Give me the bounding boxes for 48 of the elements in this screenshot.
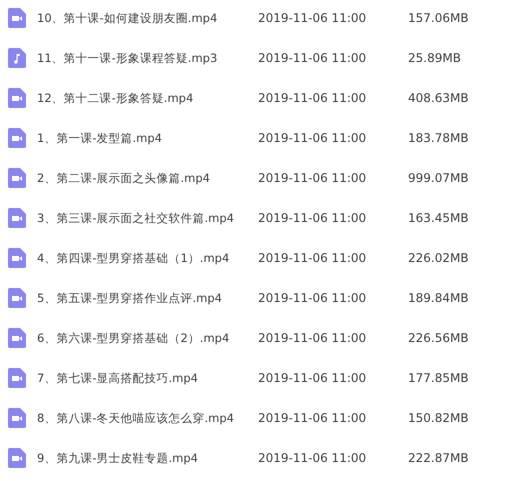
file-size: 177.85MB xyxy=(408,371,469,385)
file-name: 3、第三课-展示面之社交软件篇.mp4 xyxy=(37,210,235,226)
file-size: 226.02MB xyxy=(408,251,469,265)
file-name: 6、第六课-型男穿搭基础（2）.mp4 xyxy=(37,330,230,346)
modified-date: 2019-11-06 11:00 xyxy=(258,51,368,65)
video-file-icon xyxy=(8,408,26,428)
modified-date: 2019-11-06 11:00 xyxy=(258,291,368,305)
video-file-icon xyxy=(8,448,26,468)
file-size: 150.82MB xyxy=(408,411,469,425)
file-size: 163.45MB xyxy=(408,211,469,225)
file-size: 222.87MB xyxy=(408,451,469,465)
file-size: 183.78MB xyxy=(408,131,469,145)
video-file-icon xyxy=(8,88,26,108)
modified-date: 2019-11-06 11:00 xyxy=(258,11,368,25)
video-file-icon xyxy=(8,168,26,188)
video-file-icon xyxy=(8,208,26,228)
file-size: 226.56MB xyxy=(408,331,469,345)
file-size: 189.84MB xyxy=(408,291,469,305)
file-name: 2、第二课-展示面之头像篇.mp4 xyxy=(37,170,211,186)
audio-file-icon xyxy=(8,48,26,68)
file-size: 157.06MB xyxy=(408,11,469,25)
modified-date: 2019-11-06 11:00 xyxy=(258,251,368,265)
video-file-icon xyxy=(8,8,26,28)
modified-date: 2019-11-06 11:00 xyxy=(258,331,368,345)
file-name: 10、第十课-如何建设朋友圈.mp4 xyxy=(37,10,218,26)
video-file-icon xyxy=(8,248,26,268)
file-name: 9、第九课-男士皮鞋专题.mp4 xyxy=(37,450,199,466)
modified-date: 2019-11-06 11:00 xyxy=(258,171,368,185)
file-size: 25.89MB xyxy=(408,51,461,65)
file-name: 12、第十二课-形象答疑.mp4 xyxy=(37,90,194,106)
file-name: 1、第一课-发型篇.mp4 xyxy=(37,130,163,146)
video-file-icon xyxy=(8,288,26,308)
modified-date: 2019-11-06 11:00 xyxy=(258,411,368,425)
modified-date: 2019-11-06 11:00 xyxy=(258,131,368,145)
file-name: 8、第八课-冬天他喵应该怎么穿.mp4 xyxy=(37,410,235,426)
modified-date: 2019-11-06 11:00 xyxy=(258,211,368,225)
modified-date: 2019-11-06 11:00 xyxy=(258,451,368,465)
file-name: 4、第四课-型男穿搭基础（1）.mp4 xyxy=(37,250,230,266)
file-name: 7、第七课-显高搭配技巧.mp4 xyxy=(37,370,199,386)
video-file-icon xyxy=(8,328,26,348)
file-size: 408.63MB xyxy=(408,91,469,105)
file-name: 5、第五课-型男穿搭作业点评.mp4 xyxy=(37,290,223,306)
file-size: 999.07MB xyxy=(408,171,469,185)
video-file-icon xyxy=(8,128,26,148)
video-file-icon xyxy=(8,368,26,388)
file-name: 11、第十一课-形象课程答疑.mp3 xyxy=(37,50,218,66)
modified-date: 2019-11-06 11:00 xyxy=(258,371,368,385)
modified-date: 2019-11-06 11:00 xyxy=(258,91,368,105)
